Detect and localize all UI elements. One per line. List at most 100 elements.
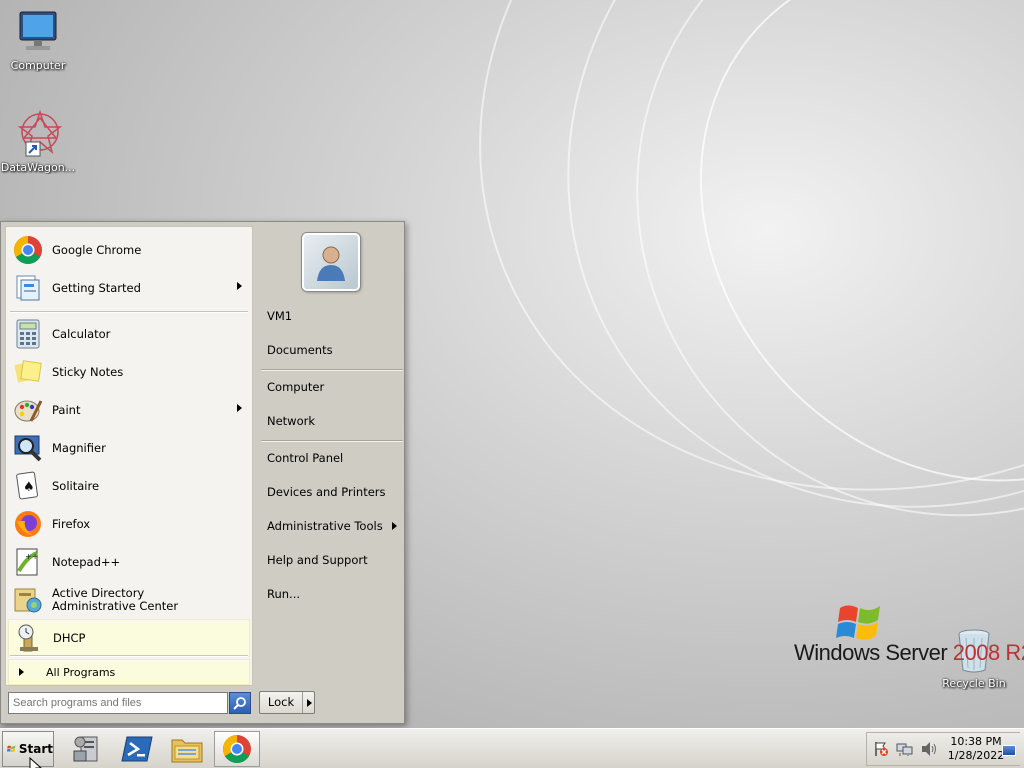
- places-divider: [261, 369, 403, 371]
- start-menu-places-pane: VM1 Documents Computer Network Control P…: [257, 222, 404, 688]
- powershell-icon: [121, 736, 153, 762]
- show-desktop-button[interactable]: [1002, 745, 1016, 756]
- desktop-icon-label: Recycle Bin: [942, 677, 1006, 690]
- place-control-panel[interactable]: Control Panel: [261, 443, 403, 473]
- program-label: Calculator: [52, 326, 111, 341]
- program-notepadpp[interactable]: ++ Notepad++: [8, 543, 250, 581]
- lock-button[interactable]: Lock: [259, 691, 315, 714]
- program-label: Active Directory Administrative Center: [52, 586, 179, 613]
- desktop-icon-label: DataWagon...: [0, 161, 76, 174]
- place-run[interactable]: Run...: [261, 579, 403, 609]
- desktop-icon-computer[interactable]: Computer: [0, 8, 76, 72]
- taskbar: Start 10:38 PM 1/28/2022: [0, 728, 1024, 768]
- program-label: Notepad++: [52, 554, 121, 569]
- place-label: Documents: [267, 343, 333, 357]
- program-google-chrome[interactable]: Google Chrome: [8, 231, 250, 269]
- program-label: Magnifier: [52, 440, 106, 455]
- brand-version: 2008 R2: [952, 640, 1024, 665]
- start-menu: Google Chrome Getting Started Calculator…: [0, 221, 405, 724]
- program-label: Google Chrome: [52, 242, 142, 257]
- all-programs-button[interactable]: All Programs: [8, 659, 250, 685]
- program-sticky-notes[interactable]: Sticky Notes: [8, 353, 250, 391]
- place-label: Help and Support: [267, 553, 368, 567]
- chrome-icon: [12, 234, 44, 266]
- sticky-notes-icon: [12, 356, 44, 388]
- submenu-arrow-icon: [237, 404, 242, 412]
- program-firefox[interactable]: Firefox: [8, 505, 250, 543]
- submenu-arrow-icon: [392, 522, 397, 530]
- desktop-icon-datawagon[interactable]: DataWagon...: [0, 108, 76, 174]
- programs-divider: [10, 655, 248, 657]
- place-label: Computer: [267, 380, 325, 394]
- shutdown-options-arrow-icon[interactable]: [307, 698, 312, 707]
- places-divider: [261, 440, 403, 442]
- windows-server-branding: Windows Server 2008 R2: [794, 600, 1024, 670]
- program-paint[interactable]: Paint: [8, 391, 250, 429]
- program-label: DHCP: [53, 630, 86, 645]
- place-user-vm1[interactable]: VM1: [261, 301, 403, 331]
- windows-flag-icon: [836, 605, 880, 640]
- svg-text:++: ++: [25, 552, 38, 561]
- taskbar-powershell[interactable]: [114, 731, 160, 767]
- start-label: Start: [18, 742, 53, 756]
- windows-logo-icon: [7, 745, 16, 752]
- program-dhcp[interactable]: DHCP: [8, 619, 250, 657]
- search-programs-input[interactable]: [8, 692, 228, 714]
- lock-label: Lock: [260, 692, 303, 713]
- clock-time: 10:38 PM: [950, 735, 1002, 748]
- program-label: Firefox: [52, 516, 91, 531]
- place-label: Control Panel: [267, 451, 344, 465]
- place-help-and-support[interactable]: Help and Support: [261, 545, 403, 575]
- place-label: Administrative Tools: [267, 519, 383, 533]
- firefox-icon: [12, 508, 44, 540]
- desktop-icon-label: Computer: [10, 59, 66, 72]
- svg-text:♠: ♠: [23, 480, 35, 495]
- magnifier-icon: [12, 432, 44, 464]
- computer-icon: [19, 11, 57, 50]
- submenu-arrow-icon: [237, 282, 242, 290]
- clock-date: 1/28/2022: [947, 749, 1005, 762]
- submenu-arrow-icon: [19, 668, 24, 676]
- start-button[interactable]: Start: [2, 731, 54, 767]
- place-network[interactable]: Network: [261, 406, 403, 436]
- program-label: Sticky Notes: [52, 364, 124, 379]
- dhcp-icon: [13, 622, 45, 654]
- place-label: Run...: [267, 587, 301, 601]
- program-getting-started[interactable]: Getting Started: [8, 269, 250, 307]
- search-icon: [233, 697, 246, 710]
- place-label: VM1: [267, 309, 293, 323]
- action-center-flag-icon[interactable]: [871, 740, 891, 758]
- taskbar-server-manager[interactable]: [64, 731, 110, 767]
- search-button[interactable]: [229, 692, 251, 714]
- place-label: Devices and Printers: [267, 485, 386, 499]
- brand-prefix: Windows Server: [794, 640, 948, 665]
- ad-admin-center-icon: [12, 584, 44, 616]
- network-icon[interactable]: [895, 740, 915, 758]
- taskbar-windows-explorer[interactable]: [164, 731, 210, 767]
- calculator-icon: [12, 318, 44, 350]
- getting-started-icon: [12, 272, 44, 304]
- datawagon-shortcut-icon: [17, 109, 63, 157]
- program-label: Getting Started: [52, 280, 141, 295]
- solitaire-icon: ♠: [12, 470, 44, 502]
- program-label: Solitaire: [52, 478, 100, 493]
- chrome-icon: [223, 735, 251, 763]
- mouse-cursor-icon: [29, 757, 42, 768]
- program-label: Paint: [52, 402, 81, 417]
- volume-icon[interactable]: [919, 740, 939, 758]
- server-manager-icon: [73, 736, 98, 762]
- program-solitaire[interactable]: ♠ Solitaire: [8, 467, 250, 505]
- clock[interactable]: 10:38 PM 1/28/2022: [943, 735, 1009, 763]
- all-programs-label: All Programs: [46, 665, 116, 679]
- paint-icon: [12, 394, 44, 426]
- program-calculator[interactable]: Calculator: [8, 315, 250, 353]
- place-devices-and-printers[interactable]: Devices and Printers: [261, 477, 403, 507]
- taskbar-google-chrome[interactable]: [214, 731, 260, 767]
- program-active-directory-admin-center[interactable]: Active Directory Administrative Center: [8, 581, 250, 619]
- programs-divider: [10, 311, 248, 313]
- program-magnifier[interactable]: Magnifier: [8, 429, 250, 467]
- place-documents[interactable]: Documents: [261, 335, 403, 365]
- place-computer[interactable]: Computer: [261, 372, 403, 402]
- start-menu-programs-pane: Google Chrome Getting Started Calculator…: [5, 226, 253, 686]
- place-administrative-tools[interactable]: Administrative Tools: [261, 511, 403, 541]
